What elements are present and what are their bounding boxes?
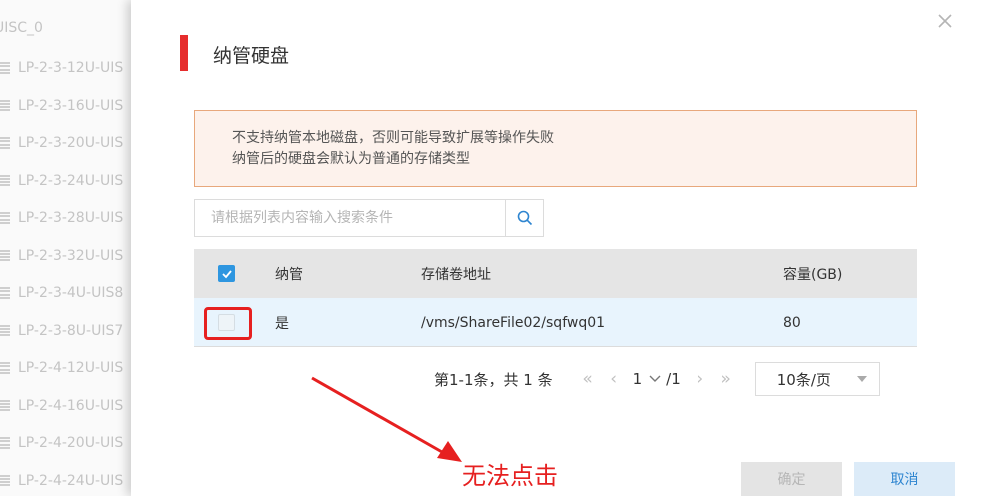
checkbox-checked-icon	[218, 265, 235, 282]
tree-item[interactable]: LP-2-3-12U-UIS	[0, 58, 123, 78]
first-page-button[interactable]: «	[575, 369, 601, 389]
search-input[interactable]	[194, 199, 505, 237]
column-header-capacity: 容量(GB)	[783, 266, 843, 283]
search-icon	[517, 210, 532, 226]
highlight-box	[204, 307, 252, 340]
cell-address: /vms/ShareFile02/sqfwq01	[421, 314, 606, 331]
tree-item[interactable]: LP-2-3-28U-UIS	[0, 208, 123, 228]
server-icon	[0, 249, 10, 262]
chevron-down-icon	[649, 375, 661, 382]
server-icon	[0, 62, 10, 74]
server-icon	[0, 212, 10, 224]
total-pages: /1	[666, 370, 681, 388]
current-page: 1	[632, 370, 643, 388]
tree-item-label: LP-2-3-32U-UIS	[18, 247, 124, 264]
tree-item[interactable]: LP-2-3-16U-UIS	[0, 96, 123, 116]
select-all-checkbox[interactable]	[218, 249, 235, 298]
tree-item-label: LP-2-3-16U-UIS	[18, 97, 124, 114]
tree-root-label: UISC_0	[0, 20, 43, 36]
column-header-manage: 纳管	[275, 266, 303, 283]
server-icon	[0, 324, 10, 337]
tree-item-label: LP-2-4-24U-UIS	[18, 472, 124, 489]
alert-line: 纳管后的硬盘会默认为普通的存储类型	[232, 151, 470, 167]
caret-down-icon	[856, 376, 867, 382]
server-icon	[0, 174, 10, 187]
last-page-button[interactable]: »	[713, 369, 739, 389]
next-page-button[interactable]: ›	[687, 369, 713, 389]
tree-item-label: LP-2-3-12U-UIS	[18, 60, 124, 76]
pagination: 第1-1条，共 1 条 « ‹ 1 /1 › » 10条/页	[434, 362, 880, 396]
tree-item[interactable]: LP-2-4-12U-UIS	[0, 358, 123, 378]
server-icon	[0, 437, 10, 449]
tree-item-label: LP-2-4-12U-UIS	[18, 360, 124, 376]
pagination-info: 第1-1条，共 1 条	[434, 370, 553, 389]
search-button[interactable]	[505, 199, 544, 237]
cell-capacity: 80	[783, 314, 801, 331]
tree-item[interactable]: LP-2-4-24U-UIS	[0, 471, 123, 491]
alert-line: 不支持纳管本地磁盘，否则可能导致扩展等操作失败	[232, 130, 554, 146]
cell-manage: 是	[275, 315, 289, 332]
dialog-title: 纳管硬盘	[213, 45, 290, 67]
tree-item-label: LP-2-3-24U-UIS	[18, 172, 124, 189]
title-accent-bar	[180, 35, 188, 71]
tree-item-label: LP-2-4-16U-UIS	[18, 397, 124, 414]
background-tree: UISC_0 LP-2-3-12U-UIS LP-2-3-16U-UIS LP-2-…	[0, 0, 135, 496]
annotation-text: 无法点击	[462, 462, 558, 490]
manage-disk-dialog: 纳管硬盘 不支持纳管本地磁盘，否则可能导致扩展等操作失败 纳管后的硬盘会默认为普…	[131, 0, 996, 496]
tree-item-label: LP-2-3-8U-UIS7	[18, 322, 124, 339]
tree-item-label: LP-2-3-20U-UIS	[18, 135, 124, 151]
tree-item[interactable]: LP-2-3-20U-UIS	[0, 133, 123, 153]
tree-item[interactable]: LP-2-3-4U-UIS8	[0, 283, 123, 303]
server-icon	[0, 137, 10, 149]
column-header-address: 存储卷地址	[421, 266, 491, 283]
tree-item[interactable]: LP-2-3-32U-UIS	[0, 246, 123, 266]
page-select[interactable]: 1 /1	[633, 370, 681, 388]
page-size-value: 10条/页	[776, 370, 831, 389]
page-size-select[interactable]: 10条/页	[754, 362, 880, 396]
tree-item-label: LP-2-3-28U-UIS	[18, 210, 124, 226]
tree-item-label: LP-2-4-20U-UIS	[18, 435, 124, 451]
server-icon	[0, 287, 10, 299]
confirm-button[interactable]: 确定	[741, 462, 842, 496]
server-icon	[0, 99, 10, 112]
search-bar	[194, 199, 544, 237]
tree-item[interactable]: LP-2-4-16U-UIS	[0, 396, 123, 416]
warning-alert: 不支持纳管本地磁盘，否则可能导致扩展等操作失败 纳管后的硬盘会默认为普通的存储类…	[194, 110, 917, 187]
cancel-button[interactable]: 取消	[854, 462, 955, 496]
close-icon[interactable]	[936, 12, 954, 30]
prev-page-button[interactable]: ‹	[601, 369, 627, 389]
table-header: 纳管 存储卷地址 容量(GB)	[194, 249, 917, 298]
server-icon	[0, 362, 10, 374]
tree-item[interactable]: LP-2-3-8U-UIS7	[0, 321, 123, 341]
disk-table: 纳管 存储卷地址 容量(GB) 是 /vms/ShareFile02/sqfwq…	[194, 249, 917, 347]
tree-item[interactable]: LP-2-3-24U-UIS	[0, 171, 123, 191]
server-icon	[0, 474, 10, 487]
tree-item-label: LP-2-3-4U-UIS8	[18, 285, 124, 301]
server-icon	[0, 399, 10, 412]
tree-item[interactable]: LP-2-4-20U-UIS	[0, 433, 123, 453]
table-row: 是 /vms/ShareFile02/sqfwq01 80	[194, 298, 917, 347]
